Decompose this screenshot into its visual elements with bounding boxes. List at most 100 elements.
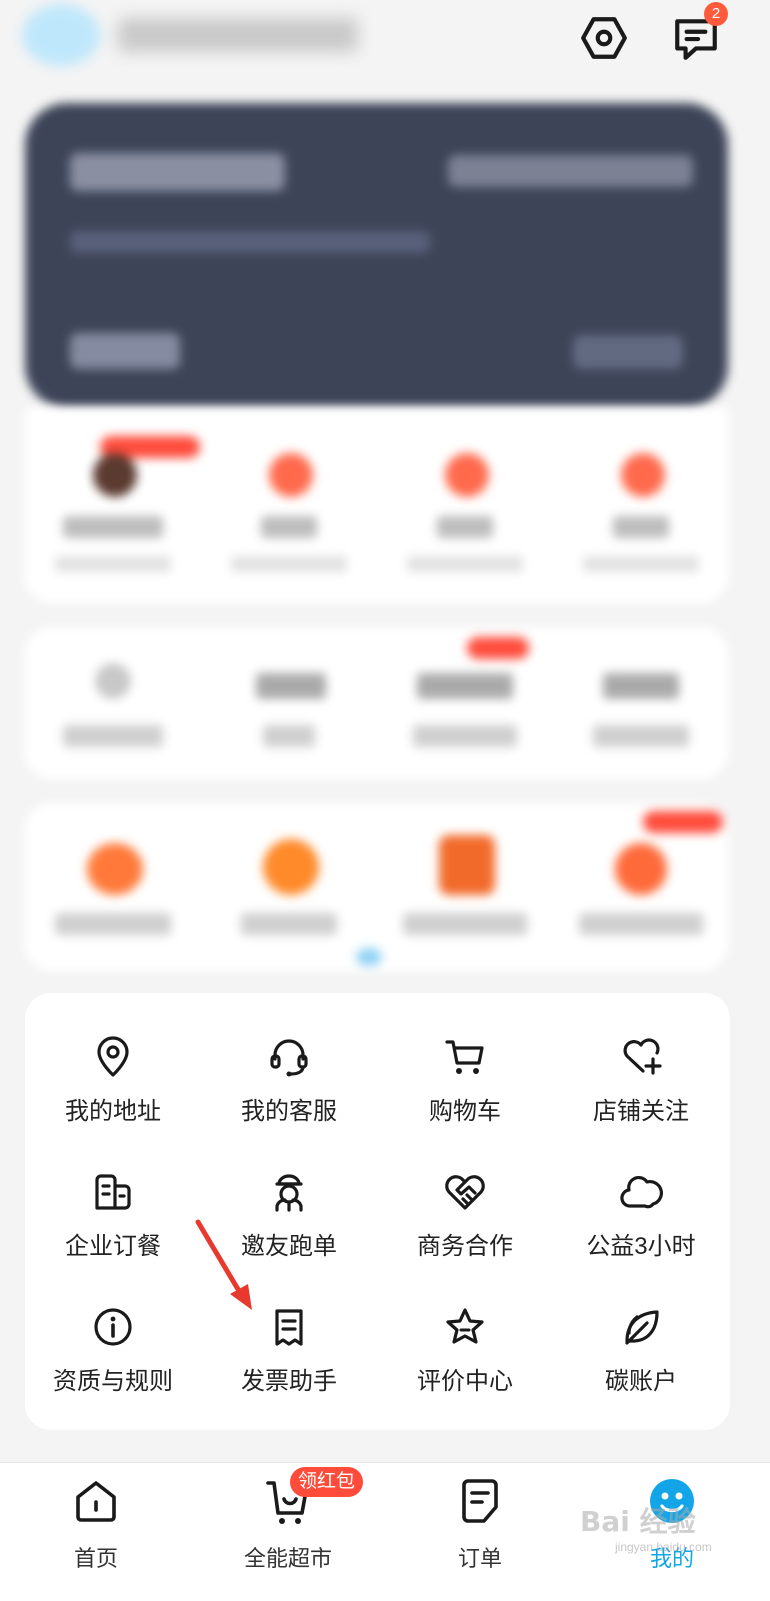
service-shopping-cart[interactable]: 购物车 bbox=[377, 1035, 553, 1155]
blurred-text bbox=[403, 913, 527, 935]
blurred-text bbox=[417, 673, 513, 699]
service-invoice-assistant[interactable]: 发票助手 bbox=[201, 1305, 377, 1425]
blurred-text bbox=[437, 516, 493, 538]
service-label: 企业订餐 bbox=[65, 1233, 161, 1260]
service-enterprise-ordering[interactable]: 企业订餐 bbox=[25, 1170, 201, 1290]
blurred-cell[interactable] bbox=[201, 408, 377, 603]
member-card-link-blurred bbox=[573, 335, 683, 369]
headset-icon bbox=[267, 1035, 311, 1079]
top-bar: 2 bbox=[0, 0, 770, 90]
blurred-text bbox=[613, 516, 669, 538]
receipt-icon bbox=[267, 1305, 311, 1349]
blurred-cell[interactable] bbox=[553, 408, 729, 603]
service-store-follow[interactable]: 店铺关注 bbox=[553, 1035, 729, 1155]
blurred-subtext bbox=[55, 556, 171, 572]
star-icon bbox=[443, 1305, 487, 1349]
blurred-assets-row[interactable] bbox=[25, 627, 728, 779]
messages-button[interactable]: 2 bbox=[668, 2, 728, 66]
heart-plus-icon bbox=[619, 1035, 663, 1079]
blurred-icon bbox=[615, 843, 667, 895]
blurred-text bbox=[261, 516, 317, 538]
service-business-cooperation[interactable]: 商务合作 bbox=[377, 1170, 553, 1290]
member-card-blurred[interactable] bbox=[25, 103, 728, 408]
info-icon bbox=[91, 1305, 135, 1349]
blurred-cell[interactable] bbox=[377, 803, 553, 971]
service-label: 评价中心 bbox=[417, 1368, 513, 1395]
blurred-text bbox=[579, 913, 703, 935]
location-pin-icon bbox=[91, 1035, 135, 1079]
blurred-text bbox=[55, 913, 171, 935]
service-label: 店铺关注 bbox=[593, 1098, 689, 1125]
nav-home[interactable]: 首页 bbox=[36, 1475, 156, 1585]
blurred-subtext bbox=[583, 556, 699, 572]
blurred-icon bbox=[263, 839, 319, 895]
service-qualifications-rules[interactable]: 资质与规则 bbox=[25, 1305, 201, 1425]
avatar[interactable] bbox=[22, 4, 100, 66]
blurred-icon bbox=[439, 835, 495, 895]
blurred-icon bbox=[87, 843, 143, 895]
courier-icon bbox=[267, 1170, 311, 1214]
blurred-icon bbox=[621, 453, 665, 497]
blurred-cell[interactable] bbox=[377, 627, 553, 779]
member-card-right-blurred bbox=[448, 155, 693, 187]
blurred-text bbox=[63, 516, 163, 538]
nav-orders[interactable]: 订单 bbox=[420, 1475, 540, 1585]
member-card-button-blurred bbox=[70, 333, 180, 369]
nav-label: 全能超市 bbox=[243, 1546, 332, 1571]
member-card-sub-blurred bbox=[70, 231, 430, 253]
service-charity-3-hours[interactable]: 公益3小时 bbox=[553, 1170, 729, 1290]
service-label: 公益3小时 bbox=[586, 1233, 696, 1260]
service-review-center[interactable]: 评价中心 bbox=[377, 1305, 553, 1425]
username-blurred bbox=[118, 18, 358, 52]
blurred-subtext bbox=[407, 556, 523, 572]
shopping-cart-icon bbox=[443, 1035, 487, 1079]
handshake-icon bbox=[443, 1170, 487, 1214]
blurred-subtext bbox=[263, 725, 315, 747]
service-carbon-account[interactable]: 碳账户 bbox=[553, 1305, 729, 1425]
message-count-badge: 2 bbox=[704, 2, 728, 26]
blurred-scroll-indicator bbox=[356, 948, 382, 966]
settings-hex-icon bbox=[581, 17, 627, 59]
blurred-icon bbox=[93, 453, 137, 497]
blurred-benefits-row[interactable] bbox=[25, 408, 728, 603]
services-panel: 我的地址 我的客服 购物车 店铺关注 企业订餐 邀友跑单 商务合作 公益3小时 … bbox=[25, 993, 730, 1430]
nav-label: 首页 bbox=[73, 1546, 118, 1571]
blurred-cell[interactable] bbox=[377, 408, 553, 603]
member-card-title-blurred bbox=[70, 153, 285, 191]
service-label: 商务合作 bbox=[417, 1233, 513, 1260]
blurred-cell[interactable] bbox=[25, 627, 201, 779]
blurred-cell[interactable] bbox=[25, 408, 201, 603]
blurred-icon bbox=[95, 663, 131, 699]
service-label: 我的客服 bbox=[241, 1098, 337, 1125]
service-my-address[interactable]: 我的地址 bbox=[25, 1035, 201, 1155]
leaf-icon bbox=[619, 1305, 663, 1349]
blurred-icon bbox=[445, 453, 489, 497]
service-label: 我的地址 bbox=[65, 1098, 161, 1125]
blurred-text bbox=[256, 673, 326, 699]
cloud-icon bbox=[619, 1170, 663, 1214]
service-label: 发票助手 bbox=[241, 1368, 337, 1395]
blurred-activities-row[interactable] bbox=[25, 803, 728, 971]
annotation-arrow bbox=[195, 1219, 252, 1310]
building-icon bbox=[91, 1170, 135, 1214]
blurred-cell[interactable] bbox=[201, 627, 377, 779]
blurred-text bbox=[63, 725, 163, 747]
blurred-text bbox=[603, 673, 679, 699]
blurred-subtext bbox=[593, 725, 689, 747]
service-my-customer-service[interactable]: 我的客服 bbox=[201, 1035, 377, 1155]
nav-label: 订单 bbox=[457, 1546, 502, 1571]
blurred-cell[interactable] bbox=[25, 803, 201, 971]
service-label: 资质与规则 bbox=[53, 1368, 173, 1395]
settings-button[interactable] bbox=[576, 10, 632, 66]
blurred-subtext bbox=[231, 556, 347, 572]
service-label: 购物车 bbox=[429, 1098, 501, 1125]
blurred-cell[interactable] bbox=[553, 803, 729, 971]
service-label: 碳账户 bbox=[605, 1368, 677, 1395]
order-doc-icon bbox=[462, 1479, 498, 1523]
watermark-url: jingyan.baidu.com bbox=[615, 1540, 712, 1554]
red-packet-badge[interactable]: 领红包 bbox=[290, 1467, 364, 1497]
blurred-icon bbox=[269, 453, 313, 497]
blurred-text bbox=[241, 913, 337, 935]
blurred-cell[interactable] bbox=[553, 627, 729, 779]
blurred-cell[interactable] bbox=[201, 803, 377, 971]
